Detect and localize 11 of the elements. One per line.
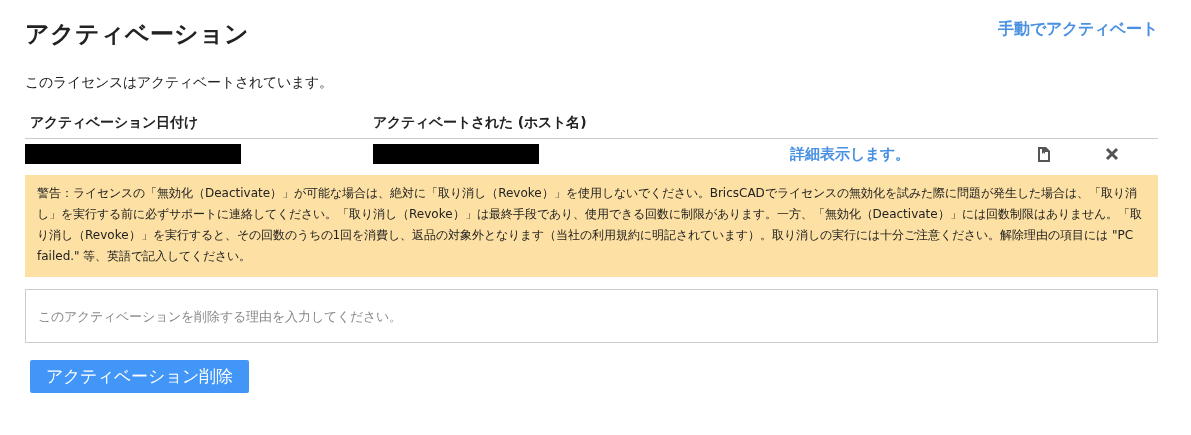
page-title: アクティベーション: [25, 19, 249, 50]
warning-box: 警告：ライセンスの「無効化（Deactivate）」が可能な場合は、絶対に「取り消し（Revoke）」を使用しないでください。BricsCADでライセンスの無効化を試みた際に問題が発生した場合は、「取り消し」を実行する前に必ずサポートに連絡してください。「取り消し（Revoke）」は最終手段であり、使用できる回数に制限があります。一方、「無効化（Deactivate）」には回数制限はありません。「取り消し（Revoke）」を実行すると、その回数のうちの1回を消費し、返品の対象外となります（当社の利用規約に明記されています）。取り消しの実行には十分ご注意ください。解除理由の項目には "PC failed." 等、英語で記入してください。: [25, 175, 1158, 277]
status-text: このライセンスはアクティベートされています。: [25, 74, 334, 92]
manual-activate-link[interactable]: 手動でアクティベート: [998, 19, 1158, 40]
column-header: アクティベートされた (ホスト名): [373, 114, 588, 132]
delete-activation-button[interactable]: アクティベーション削除: [30, 360, 249, 393]
document-icon[interactable]: [1037, 145, 1051, 163]
column-header: アクティベーション日付け: [30, 114, 199, 132]
reason-field[interactable]: このアクティベーションを削除する理由を入力してください。: [25, 289, 1158, 343]
details-link[interactable]: 詳細表示します。: [790, 144, 990, 164]
close-icon[interactable]: [1105, 147, 1119, 161]
